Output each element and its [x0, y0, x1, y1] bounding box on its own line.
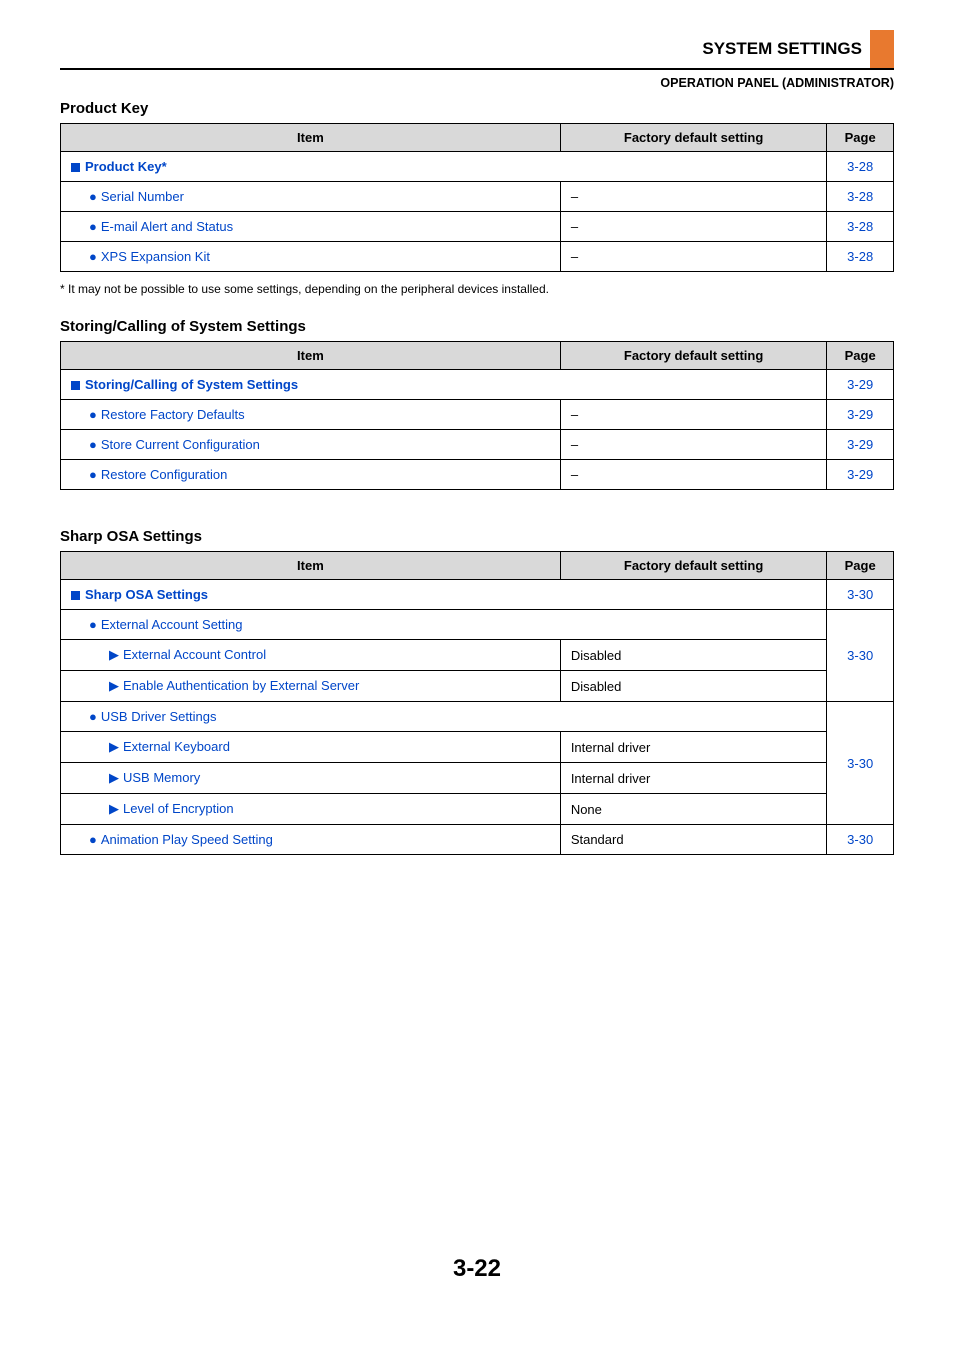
bullet-icon: ●: [89, 709, 97, 724]
cell-setting: Standard: [560, 825, 827, 855]
table-row: ● Serial Number – 3-28: [61, 182, 894, 212]
cell-setting: –: [560, 400, 827, 430]
link-restore-config[interactable]: Restore Configuration: [101, 467, 227, 482]
page-link[interactable]: 3-29: [827, 460, 894, 490]
triangle-icon: ▶: [109, 647, 119, 662]
table-row: ●USB Driver Settings 3-30: [61, 702, 894, 732]
bullet-icon: ●: [89, 219, 97, 234]
link-serial-number[interactable]: Serial Number: [101, 189, 184, 204]
page-link[interactable]: 3-28: [827, 182, 894, 212]
triangle-icon: ▶: [109, 770, 119, 785]
cell-setting: None: [560, 794, 827, 825]
link-restore-defaults[interactable]: Restore Factory Defaults: [101, 407, 245, 422]
bullet-icon: ●: [89, 249, 97, 264]
bullet-icon: ●: [89, 189, 97, 204]
square-icon: [71, 163, 80, 172]
page-link[interactable]: 3-28: [827, 242, 894, 272]
link-product-key[interactable]: Product Key*: [85, 159, 167, 174]
triangle-icon: ▶: [109, 739, 119, 754]
table-header-row: Item Factory default setting Page: [61, 342, 894, 370]
bullet-icon: ●: [89, 832, 97, 847]
table-row: ● Store Current Configuration – 3-29: [61, 430, 894, 460]
col-item: Item: [61, 342, 561, 370]
table-row: Storing/Calling of System Settings 3-29: [61, 370, 894, 400]
col-item: Item: [61, 552, 561, 580]
cell-setting: –: [560, 460, 827, 490]
bullet-icon: ●: [89, 617, 97, 632]
link-animation-speed[interactable]: Animation Play Speed Setting: [101, 832, 273, 847]
cell-setting: –: [560, 212, 827, 242]
table-row: ● Restore Factory Defaults – 3-29: [61, 400, 894, 430]
group-title-osa: Sharp OSA Settings: [60, 528, 894, 545]
bullet-icon: ●: [89, 467, 97, 482]
col-page: Page: [827, 342, 894, 370]
col-setting: Factory default setting: [560, 342, 827, 370]
triangle-icon: ▶: [109, 801, 119, 816]
table-osa: Item Factory default setting Page Sharp …: [60, 551, 894, 855]
group-title-product-key: Product Key: [60, 100, 894, 117]
link-xps-expansion[interactable]: XPS Expansion Kit: [101, 249, 210, 264]
col-page: Page: [827, 552, 894, 580]
section-title: SYSTEM SETTINGS: [702, 39, 864, 59]
cell-setting: –: [560, 182, 827, 212]
square-icon: [71, 591, 80, 600]
accent-box: [870, 30, 894, 68]
table-row: ● Animation Play Speed Setting Standard 3…: [61, 825, 894, 855]
page-link[interactable]: 3-28: [827, 212, 894, 242]
page-link[interactable]: 3-30: [827, 580, 894, 610]
table-row: ▶ External Keyboard Internal driver: [61, 732, 894, 763]
link-level-encryption[interactable]: Level of Encryption: [123, 801, 234, 816]
table-row: ● XPS Expansion Kit – 3-28: [61, 242, 894, 272]
table-header-row: Item Factory default setting Page: [61, 552, 894, 580]
link-email-alert[interactable]: E-mail Alert and Status: [101, 219, 233, 234]
page-link[interactable]: 3-29: [827, 400, 894, 430]
page-link[interactable]: 3-29: [827, 370, 894, 400]
page-link[interactable]: 3-29: [827, 430, 894, 460]
page-link[interactable]: 3-30: [827, 610, 894, 702]
cell-setting: Disabled: [560, 671, 827, 702]
page-link[interactable]: 3-28: [827, 152, 894, 182]
cell-setting: Internal driver: [560, 732, 827, 763]
col-setting: Factory default setting: [560, 552, 827, 580]
link-usb-driver[interactable]: USB Driver Settings: [101, 709, 217, 724]
cell-setting: –: [560, 242, 827, 272]
link-ext-acct-control[interactable]: External Account Control: [123, 647, 266, 662]
square-icon: [71, 381, 80, 390]
table-row: ▶ Enable Authentication by External Serve…: [61, 671, 894, 702]
page-link[interactable]: 3-30: [827, 702, 894, 825]
section-subtitle: OPERATION PANEL (ADMINISTRATOR): [60, 76, 894, 90]
link-storing-heading[interactable]: Storing/Calling of System Settings: [85, 377, 298, 392]
table-row: ▶ Level of Encryption None: [61, 794, 894, 825]
table-row: ▶ External Account Control Disabled: [61, 640, 894, 671]
table-row: Sharp OSA Settings 3-30: [61, 580, 894, 610]
table-row: Product Key* 3-28: [61, 152, 894, 182]
table-row: ●External Account Setting 3-30: [61, 610, 894, 640]
link-ext-keyboard[interactable]: External Keyboard: [123, 739, 230, 754]
col-item: Item: [61, 124, 561, 152]
table-header-row: Item Factory default setting Page: [61, 124, 894, 152]
table-product-key: Item Factory default setting Page Produc…: [60, 123, 894, 272]
table-row: ● E-mail Alert and Status – 3-28: [61, 212, 894, 242]
table-storing: Item Factory default setting Page Storin…: [60, 341, 894, 490]
triangle-icon: ▶: [109, 678, 119, 693]
bullet-icon: ●: [89, 437, 97, 452]
bullet-icon: ●: [89, 407, 97, 422]
link-enable-auth[interactable]: Enable Authentication by External Server: [123, 678, 359, 693]
header-bar: SYSTEM SETTINGS: [60, 30, 894, 70]
page-number: 3-22: [60, 1255, 894, 1283]
link-ext-acct-setting[interactable]: External Account Setting: [101, 617, 243, 632]
col-setting: Factory default setting: [560, 124, 827, 152]
link-usb-memory[interactable]: USB Memory: [123, 770, 200, 785]
page-link[interactable]: 3-30: [827, 825, 894, 855]
link-osa-heading[interactable]: Sharp OSA Settings: [85, 587, 208, 602]
cell-setting: Internal driver: [560, 763, 827, 794]
table-row: ● Restore Configuration – 3-29: [61, 460, 894, 490]
cell-setting: Disabled: [560, 640, 827, 671]
footnote-product-key: * It may not be possible to use some set…: [60, 282, 894, 296]
table-row: ▶ USB Memory Internal driver: [61, 763, 894, 794]
link-store-current[interactable]: Store Current Configuration: [101, 437, 260, 452]
group-title-storing: Storing/Calling of System Settings: [60, 318, 894, 335]
cell-setting: –: [560, 430, 827, 460]
col-page: Page: [827, 124, 894, 152]
